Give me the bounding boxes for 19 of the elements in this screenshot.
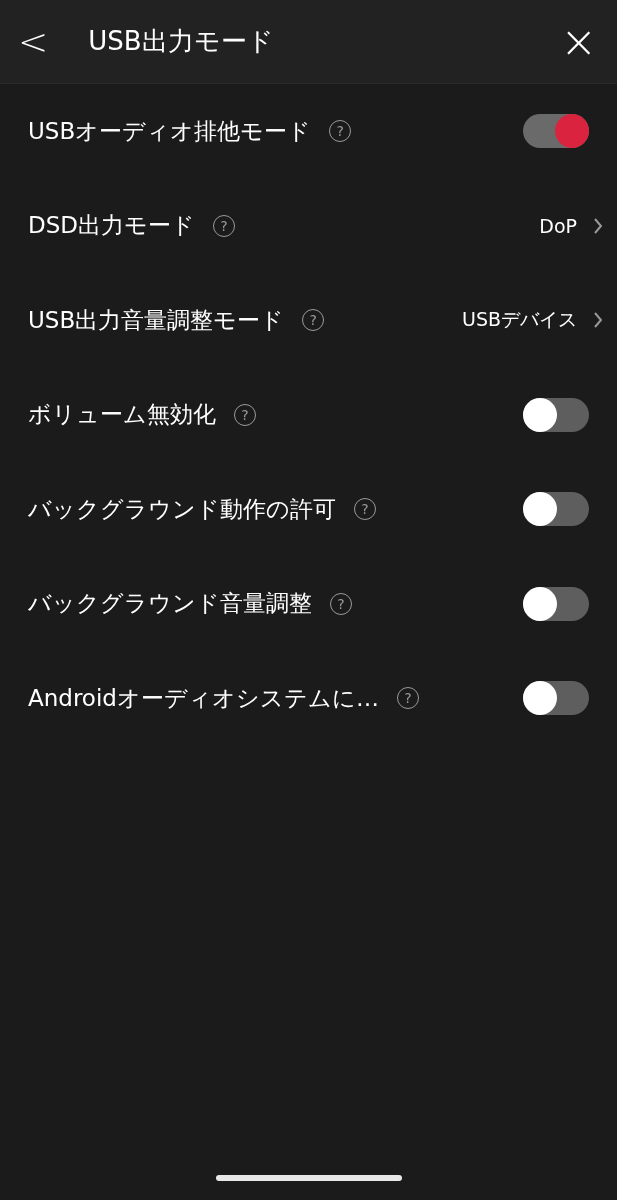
close-button[interactable]: × xyxy=(560,19,597,64)
toggle-switch[interactable] xyxy=(523,586,589,621)
setting-value[interactable]: USBデバイス xyxy=(462,307,577,334)
back-button[interactable]: < xyxy=(18,23,49,60)
setting-label: DSD出力モード xyxy=(28,211,196,241)
chevron-right-icon xyxy=(593,311,603,330)
toggle-switch[interactable] xyxy=(523,681,589,716)
setting-label: バックグラウンド動作の許可 xyxy=(28,494,336,524)
page-title: USB出力モード xyxy=(88,25,275,58)
setting-label: USBオーディオ排他モード xyxy=(28,116,312,146)
setting-label: Androidオーディオシステムに… xyxy=(28,683,379,713)
setting-label: USB出力音量調整モード xyxy=(28,305,285,335)
setting-label: ボリューム無効化 xyxy=(28,400,216,430)
setting-value[interactable]: DoP xyxy=(539,214,577,237)
chevron-right-icon xyxy=(593,216,603,235)
setting-label: バックグラウンド音量調整 xyxy=(28,589,312,619)
toggle-switch[interactable] xyxy=(523,114,589,149)
toggle-switch[interactable] xyxy=(523,492,589,527)
toggle-switch[interactable] xyxy=(523,397,589,432)
